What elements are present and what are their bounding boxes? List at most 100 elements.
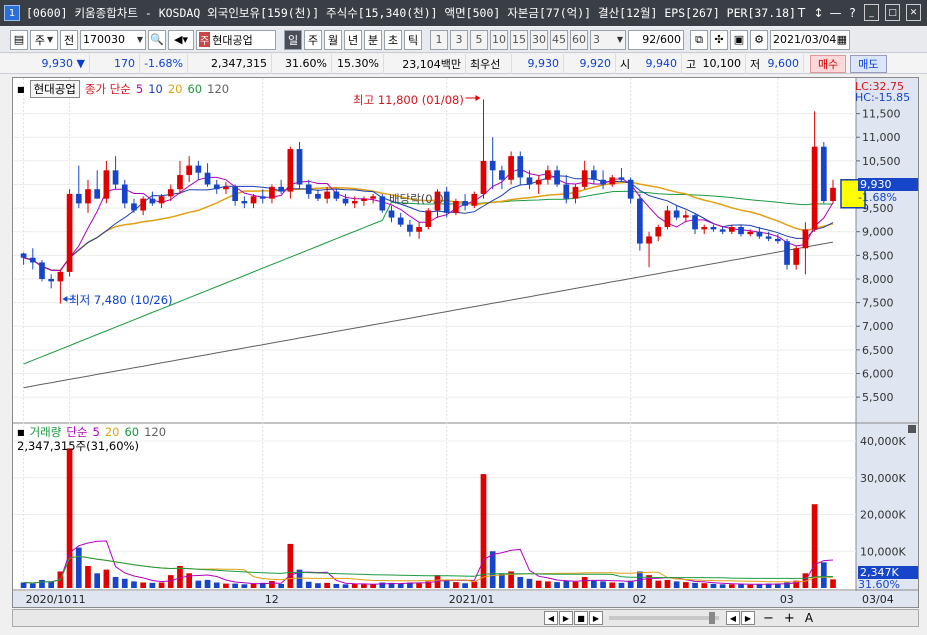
candle-body	[269, 186, 275, 199]
volume-bar	[554, 582, 560, 588]
date-value: 2021/03/04	[773, 33, 837, 46]
period-tick[interactable]: 틱	[404, 29, 422, 50]
period-month[interactable]: 월	[324, 29, 342, 50]
interval-10[interactable]: 10	[490, 29, 508, 50]
chevron-down-icon: ▼	[616, 35, 623, 44]
maximize-icon[interactable]: □	[885, 4, 900, 21]
price-tick-label: 8,500	[862, 249, 894, 262]
volume-bar	[121, 578, 128, 588]
legend-ma5: 5	[135, 82, 144, 96]
candle-body	[66, 193, 73, 272]
zoom-out-icon[interactable]: −	[763, 611, 774, 626]
price-tick-label: 11,500	[862, 108, 901, 121]
volume-bar	[103, 569, 110, 588]
volume-ma60-line	[23, 555, 834, 584]
pane-menu-icon	[908, 425, 916, 433]
data-count-field[interactable]: 92/600	[628, 29, 684, 50]
volume-bar	[397, 583, 404, 588]
candle-body	[563, 184, 570, 199]
scroll-slider[interactable]	[609, 612, 719, 624]
font-size-icon[interactable]: A	[805, 611, 813, 625]
period-week[interactable]: 주	[304, 29, 322, 50]
stock-code-input[interactable]: 170030 ▼	[80, 29, 146, 50]
interval-5[interactable]: 5	[470, 29, 488, 50]
save-icon[interactable]: ▣	[730, 29, 748, 50]
low-value: 9,600	[767, 57, 800, 70]
play-back-icon[interactable]: ◀	[544, 611, 558, 625]
high-annotation: 최고 11,800 (01/08)	[353, 93, 464, 107]
volume-bar	[305, 581, 312, 588]
interval-45[interactable]: 45	[550, 29, 568, 50]
candle-body	[572, 186, 579, 199]
interval-15[interactable]: 15	[510, 29, 528, 50]
date-input[interactable]: 2021/03/04 ▦	[770, 29, 850, 50]
text-icon[interactable]: T	[794, 4, 809, 21]
period-year[interactable]: 년	[344, 29, 362, 50]
candle-body	[471, 193, 478, 206]
candle-body	[324, 191, 330, 199]
minimize-icon[interactable]: _	[864, 4, 879, 21]
volume-bar	[453, 582, 459, 588]
volume-bar	[747, 584, 754, 588]
fast-forward-icon[interactable]: ▶	[589, 611, 603, 625]
candle-settings-icon[interactable]: ⧉	[690, 29, 708, 50]
interval-60[interactable]: 60	[570, 29, 588, 50]
play-forward-icon[interactable]: ▶	[559, 611, 573, 625]
volume-legend-ma5: 5	[92, 425, 100, 439]
scroll-right-icon[interactable]: ▶	[741, 611, 755, 625]
interval-select[interactable]: 3 ▼	[590, 29, 626, 50]
candle-body	[370, 196, 376, 199]
period-day[interactable]: 일	[284, 29, 302, 50]
layout-icon[interactable]: ▤	[10, 29, 28, 50]
date-tick-label: 2020/10	[26, 593, 72, 606]
volume-tick-label: 20,000K	[860, 509, 906, 522]
crosshair-icon[interactable]: ✣	[710, 29, 728, 50]
volume-bar	[342, 584, 349, 588]
stop-icon[interactable]: ■	[574, 611, 588, 625]
stock-name: 현대공업	[212, 33, 253, 47]
volume-bar	[517, 576, 524, 588]
scroll-left-icon[interactable]: ◀	[726, 611, 740, 625]
date-tick-label: 03/04	[862, 593, 894, 606]
gear-icon[interactable]: ⚙	[750, 29, 768, 50]
date-tick-label: 02	[633, 593, 647, 606]
volume-bar	[443, 579, 450, 588]
candle-body	[315, 193, 321, 199]
interval-30[interactable]: 30	[530, 29, 548, 50]
volume-bar	[692, 582, 698, 588]
minus-icon[interactable]: —	[828, 4, 843, 21]
stock-name-field[interactable]: 주 현대공업	[196, 29, 276, 50]
mode-select[interactable]: 주 ▼	[30, 29, 58, 50]
open-price: 시 9,940	[616, 53, 682, 74]
candle-body	[692, 215, 698, 230]
help-icon[interactable]: ?	[845, 4, 860, 21]
zoom-in-icon[interactable]: +	[784, 611, 795, 626]
volume-bar	[830, 579, 836, 588]
candlestick-chart[interactable]: 5,500 6,000 6,500 7,000 7,500 8,000 8,500 9,000…	[13, 78, 918, 607]
period-minute[interactable]: 분	[364, 29, 382, 50]
speaker-icon[interactable]: ◀▾	[168, 29, 194, 50]
candle-body	[719, 229, 726, 232]
volume-legend-ma20: 20	[104, 425, 120, 439]
candle-body	[765, 236, 772, 239]
prev-button[interactable]: 전	[60, 29, 78, 50]
interval-1[interactable]: 1	[430, 29, 448, 50]
period-second[interactable]: 초	[384, 29, 402, 50]
candle-body	[75, 193, 82, 204]
close-icon[interactable]: ✕	[906, 4, 921, 21]
volume-bar	[701, 583, 708, 588]
sell-button[interactable]: 매도	[850, 54, 887, 73]
candle-body	[278, 186, 284, 192]
window-number-badge[interactable]: 1	[4, 5, 20, 21]
volume-bar	[416, 583, 422, 588]
candle-body	[554, 170, 560, 185]
candle-body	[333, 191, 340, 199]
resize-icon[interactable]: ↕	[811, 4, 826, 21]
volume-bar	[195, 580, 202, 588]
buy-button[interactable]: 매수	[810, 54, 847, 73]
interval-3[interactable]: 3	[450, 29, 468, 50]
candle-body	[94, 189, 101, 199]
legend-stock-name[interactable]: 현대공업	[29, 80, 80, 98]
search-icon[interactable]: 🔍	[148, 29, 166, 50]
chart-area[interactable]: 5,500 6,000 6,500 7,000 7,500 8,000 8,500 9,000…	[12, 77, 919, 608]
